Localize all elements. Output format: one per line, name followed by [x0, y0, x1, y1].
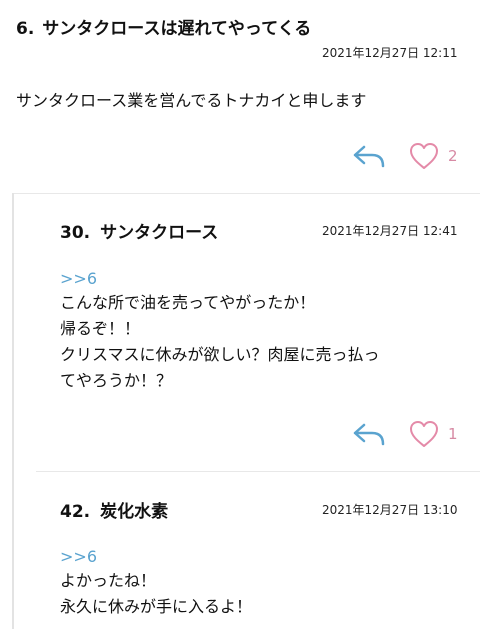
reply-date: 2021年12月27日 12:41: [322, 224, 458, 238]
divider: [36, 471, 480, 472]
reply-body: よかったね！ 永久に休みが手に入るよ！: [60, 571, 253, 616]
like-count: 1: [448, 425, 458, 443]
post-title: サンタクロースは遅れてやってくる: [42, 19, 312, 39]
post-actions: 2: [352, 141, 458, 171]
reply-number: 30.: [60, 223, 91, 243]
reply-header: 42. 炭化水素: [60, 497, 168, 522]
reply-author: 炭化水素: [100, 502, 169, 522]
reply-date: 2021年12月27日 13:10: [322, 503, 458, 517]
thread-line: [12, 193, 14, 629]
reply-anchor-link[interactable]: >>6: [60, 544, 97, 570]
post-date: 2021年12月27日 12:11: [322, 46, 458, 60]
post-header: 6. サンタクロースは遅れてやってくる: [16, 14, 311, 39]
reply-body: こんな所で油を売ってやがったか！ 帰るぞ！！ クリスマスに休みが欲しい？肉屋に売…: [60, 293, 380, 390]
post-body: サンタクロース業を営んでるトナカイと申します: [16, 91, 367, 110]
reply-button[interactable]: [352, 421, 386, 447]
heart-outline-icon: [410, 421, 438, 447]
heart-outline-icon: [410, 143, 438, 169]
reply-arrow-icon: [353, 145, 385, 168]
divider: [12, 193, 480, 194]
like-button[interactable]: 1: [408, 419, 458, 449]
reply-arrow-icon: [353, 423, 385, 446]
post-number: 6.: [16, 19, 35, 39]
reply-author: サンタクロース: [100, 223, 219, 243]
like-count: 2: [448, 147, 458, 165]
reply-header: 30. サンタクロース: [60, 218, 218, 243]
reply-button[interactable]: [352, 143, 386, 169]
reply-anchor-link[interactable]: >>6: [60, 266, 97, 292]
reply-number: 42.: [60, 502, 91, 522]
reply-actions: 1: [352, 419, 458, 449]
like-button[interactable]: 2: [408, 141, 458, 171]
